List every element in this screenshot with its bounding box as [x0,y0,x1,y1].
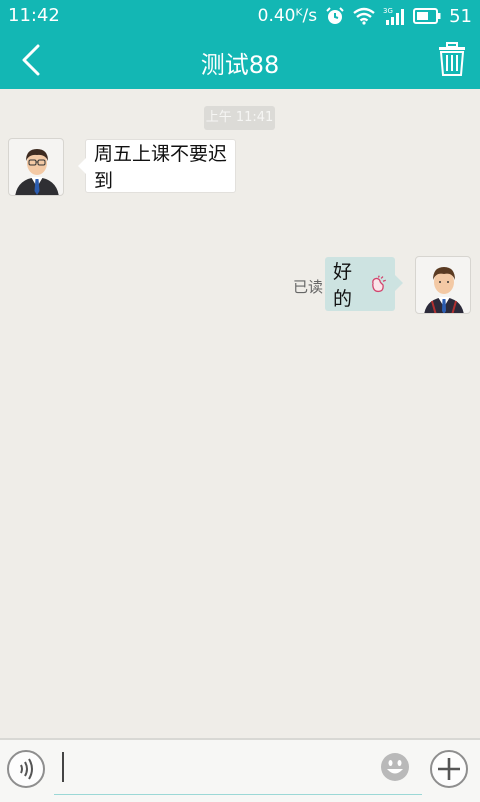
battery-level: 51 [449,5,472,27]
app-header: 11:42 0.40ᴷ/s 3G 51 测试88 [0,0,480,89]
read-receipt: 已读 [293,278,324,296]
avatar-person-icon [15,149,59,195]
wifi-icon [353,7,375,25]
message-input[interactable] [54,746,422,795]
signal-3g-icon: 3G [383,7,405,25]
my-avatar[interactable] [415,256,471,314]
ok-hand-emoji [372,275,387,293]
add-attachment-button[interactable] [430,750,468,788]
incoming-message-bubble[interactable]: 周五上课不要迟到 [78,139,236,193]
avatar-person-icon [424,267,464,313]
voice-icon [20,758,33,780]
text-cursor [62,752,64,782]
battery-icon [413,8,441,24]
svg-text:3G: 3G [383,7,393,15]
message-text: 好的 [333,261,353,310]
outgoing-message-bubble[interactable]: 好的 [325,257,403,311]
net-speed: 0.40ᴷ/s [257,6,318,26]
status-bar: 11:42 0.40ᴷ/s 3G 51 [0,0,480,32]
trash-icon[interactable] [438,42,466,76]
message-input-bar [0,738,480,802]
message-text: 周五上课不要迟到 [94,143,228,192]
navigation-bar: 测试88 [0,32,480,89]
voice-button[interactable] [7,750,45,788]
status-icons: 0.40ᴷ/s 3G 51 [258,5,472,27]
contact-avatar[interactable] [8,138,64,196]
message-timestamp: 上午 11:41 [204,106,275,130]
status-time: 11:42 [8,5,60,26]
alarm-icon [326,7,344,24]
page-title: 测试88 [200,51,280,79]
smiley-icon[interactable] [380,752,410,782]
plus-icon [438,758,460,780]
